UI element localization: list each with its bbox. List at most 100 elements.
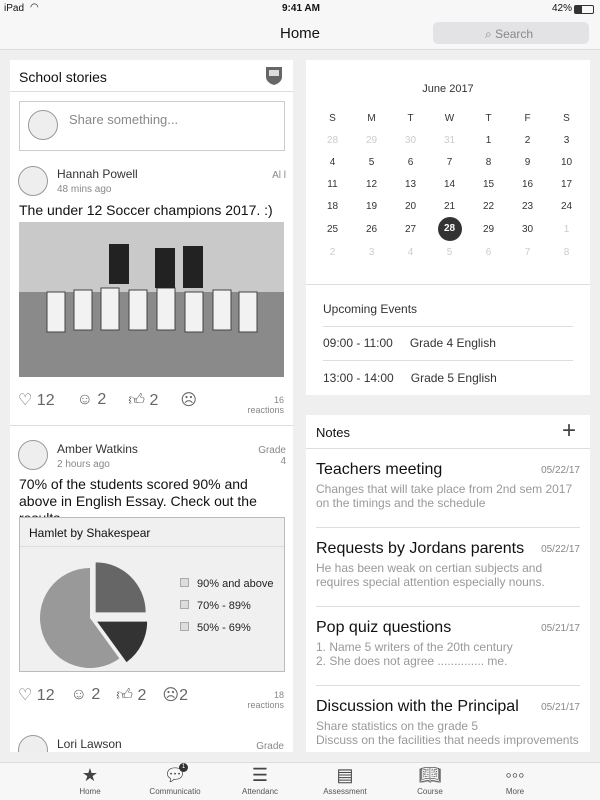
- cry-icon: ☹: [180, 392, 198, 409]
- calendar-day[interactable]: 1: [547, 217, 586, 241]
- sad-reaction[interactable]: ☹: [180, 390, 197, 410]
- calendar-day[interactable]: 4: [391, 241, 430, 263]
- tab-home[interactable]: ★ Home: [60, 765, 120, 796]
- calendar-day[interactable]: 12: [352, 173, 391, 195]
- calendar-day[interactable]: 25: [313, 217, 352, 241]
- team-photo[interactable]: [19, 222, 284, 377]
- notes-title: Notes: [316, 425, 350, 440]
- weekday-label: F: [524, 112, 531, 124]
- note-title: Pop quiz questions: [316, 619, 452, 636]
- calendar-day[interactable]: 28: [313, 129, 352, 151]
- calendar-day[interactable]: 30: [508, 217, 547, 241]
- calendar-day[interactable]: 8: [469, 151, 508, 173]
- post-author[interactable]: Hannah Powell: [57, 167, 138, 181]
- note-date: 05/21/17: [541, 623, 580, 634]
- post-text: The under 12 Soccer champions 2017. :): [19, 202, 273, 218]
- tab-label: Home: [79, 787, 101, 796]
- calendar-day[interactable]: 11: [313, 173, 352, 195]
- calendar-day[interactable]: 27: [391, 217, 430, 241]
- tab-attendanc[interactable]: ☰ Attendanc: [230, 765, 290, 796]
- post-audience: Al l: [272, 170, 286, 181]
- calendar-day[interactable]: 17: [547, 173, 586, 195]
- like-reaction[interactable]: 👍︎ 2: [116, 686, 146, 705]
- legend-item: 50% - 69%: [180, 622, 273, 634]
- tab-communicatio[interactable]: 💬︎ 1 Communicatio: [145, 763, 205, 796]
- results-chart[interactable]: Hamlet by Shakespear 90% and above 70% -…: [19, 517, 285, 672]
- note-date: 05/22/17: [541, 465, 580, 476]
- calendar-day[interactable]: 10: [547, 151, 586, 173]
- calendar-day[interactable]: 5: [430, 241, 469, 263]
- calendar-day[interactable]: 7: [430, 151, 469, 173]
- tab-more[interactable]: ◦◦◦ More: [485, 765, 545, 796]
- avatar[interactable]: [18, 735, 48, 752]
- calendar-day[interactable]: 3: [352, 241, 391, 263]
- smile-icon: ☺: [76, 391, 93, 408]
- clock: 9:41 AM: [282, 3, 320, 14]
- calendar-day[interactable]: 31: [430, 129, 469, 151]
- assessment-icon: ▤: [336, 765, 354, 785]
- note-body: Share statistics on the grade 5 Discuss …: [316, 719, 579, 747]
- search-placeholder: Search: [495, 27, 534, 41]
- calendar-day[interactable]: 22: [469, 195, 508, 217]
- calendar-day[interactable]: 21: [430, 195, 469, 217]
- school-crest-logo: [266, 67, 282, 85]
- reaction-total: 18 reactions: [247, 690, 284, 710]
- note-item[interactable]: Pop quiz questions 05/21/17 1. Name 5 wr…: [316, 619, 580, 668]
- tab-assessment[interactable]: ▤ Assessment: [315, 765, 375, 796]
- calendar-day[interactable]: 30: [391, 129, 430, 151]
- calendar-day[interactable]: 19: [352, 195, 391, 217]
- calendar-day[interactable]: 7: [508, 241, 547, 263]
- calendar-day[interactable]: 28: [430, 217, 469, 241]
- calendar-day[interactable]: 2: [508, 129, 547, 151]
- note-item[interactable]: Discussion with the Principal 05/21/17 S…: [316, 698, 580, 747]
- calendar-card: June 2017 S M T W T F S 28 29 30 31 1 2 3 4 5 6 7 8 9 10 11 12…: [306, 60, 590, 395]
- calendar-day[interactable]: 5: [352, 151, 391, 173]
- like-reaction[interactable]: 👍︎ 2: [128, 391, 158, 410]
- calendar-day[interactable]: 29: [469, 217, 508, 241]
- love-reaction[interactable]: ♡ 12: [18, 390, 55, 410]
- add-note-icon[interactable]: +: [562, 417, 576, 445]
- note-date: 05/21/17: [541, 702, 580, 713]
- weekday-label: S: [329, 112, 336, 124]
- note-item[interactable]: Requests by Jordans parents 05/22/17 He …: [316, 540, 580, 589]
- weekday-label: M: [367, 112, 376, 124]
- tab-badge: 1: [179, 763, 188, 772]
- event-item[interactable]: 09:00 - 11:00 Grade 4 English: [323, 336, 496, 350]
- calendar-day[interactable]: 15: [469, 173, 508, 195]
- calendar-day[interactable]: 3: [547, 129, 586, 151]
- calendar-day[interactable]: 14: [430, 173, 469, 195]
- avatar[interactable]: [18, 440, 48, 470]
- smile-reaction[interactable]: ☺ 2: [71, 686, 101, 704]
- calendar-day[interactable]: 29: [352, 129, 391, 151]
- calendar-day[interactable]: 24: [547, 195, 586, 217]
- calendar-grid: S M T W T F S 28 29 30 31 1 2 3 4 5 6 7 8 9 10 11 12 13 14 15 16 17…: [313, 107, 586, 263]
- calendar-day[interactable]: 16: [508, 173, 547, 195]
- love-reaction[interactable]: ♡ 12: [18, 685, 55, 705]
- post-author[interactable]: Amber Watkins: [57, 442, 138, 456]
- calendar-day[interactable]: 20: [391, 195, 430, 217]
- calendar-day[interactable]: 2: [313, 241, 352, 263]
- calendar-day[interactable]: 1: [469, 129, 508, 151]
- sad-reaction[interactable]: ☹2: [162, 685, 188, 705]
- avatar[interactable]: [18, 166, 48, 196]
- post-author[interactable]: Lori Lawson: [57, 737, 122, 751]
- event-item[interactable]: 13:00 - 14:00 Grade 5 English: [323, 371, 497, 385]
- calendar-day[interactable]: 6: [469, 241, 508, 263]
- share-input[interactable]: Share something...: [19, 101, 285, 151]
- note-item[interactable]: Teachers meeting 05/22/17 Changes that w…: [316, 461, 580, 510]
- calendar-day[interactable]: 6: [391, 151, 430, 173]
- calendar-day[interactable]: 9: [508, 151, 547, 173]
- tab-course[interactable]: 📖︎ Course: [400, 765, 460, 796]
- search-input[interactable]: ⌕ Search: [433, 22, 589, 44]
- calendar-day[interactable]: 23: [508, 195, 547, 217]
- calendar-day[interactable]: 4: [313, 151, 352, 173]
- calendar-day[interactable]: 13: [391, 173, 430, 195]
- smile-reaction[interactable]: ☺ 2: [77, 391, 107, 409]
- calendar-day[interactable]: 8: [547, 241, 586, 263]
- more-icon: ◦◦◦: [505, 765, 525, 785]
- calendar-day[interactable]: 26: [352, 217, 391, 241]
- thumbs-up-icon: 👍︎: [128, 391, 146, 409]
- calendar-day[interactable]: 18: [313, 195, 352, 217]
- note-date: 05/22/17: [541, 544, 580, 555]
- status-bar: iPad ◠ 9:41 AM 42%: [0, 0, 600, 18]
